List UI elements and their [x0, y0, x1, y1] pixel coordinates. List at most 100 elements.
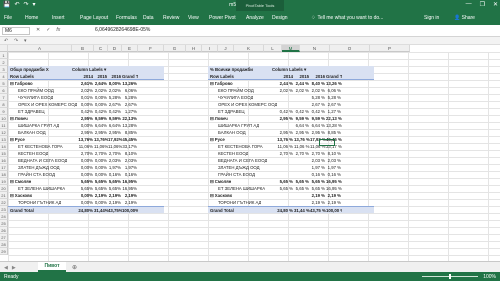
column-header-p[interactable]: P — [370, 45, 410, 52]
pivot-table-percent[interactable]: % Всички продажби Column Labels ▾ Row Labe… — [208, 66, 374, 213]
prev-sheet-icon[interactable]: ◀ — [4, 265, 8, 271]
row-header-14[interactable]: 14 — [0, 143, 8, 150]
row-header-15[interactable]: 15 — [0, 150, 8, 157]
column-header-c[interactable]: C — [94, 45, 108, 52]
row-header-23[interactable]: 23 — [0, 206, 8, 213]
tell-me-box[interactable]: ♢ Tell me what you want to do... — [311, 15, 383, 21]
pivot-row[interactable]: ⊟ Ловеч 2,95 % 9,59 % 9,59 % 22,13 % — [208, 115, 374, 122]
sign-in-link[interactable]: Sign in — [424, 15, 439, 21]
pivot-row[interactable]: ⊟ Хасково 0,00% 2,19% 2,19% 2,19% — [8, 192, 164, 199]
tab-analyze[interactable]: Analyze — [246, 15, 264, 21]
row-header-12[interactable]: 12 — [0, 129, 8, 136]
pivot-row[interactable]: ⊟ Габрово 2,44 % 2,44 % 8,40 % 13,26 % — [208, 80, 374, 87]
column-header-a[interactable]: A — [8, 45, 72, 52]
tab-home[interactable]: Home — [25, 15, 38, 21]
row-header-18[interactable]: 18 — [0, 171, 8, 178]
pivot-row[interactable]: % Всички продажби Column Labels ▾ — [208, 66, 374, 73]
tab-insert[interactable]: Insert — [52, 15, 65, 21]
zoom-level[interactable]: 100% — [483, 274, 496, 280]
pivot-row[interactable]: ЕТ ЗДРАВЕЦ 0,42% 0,42% 0,42% 1,27% — [8, 108, 164, 115]
function-icon[interactable]: fx — [56, 27, 60, 33]
pivot-row[interactable]: ⊟ Хасково 2,19 % 2,19 % — [208, 192, 374, 199]
pivot-row[interactable]: ⊟ Габрово 2,61% 2,64% 8,00% 13,26% — [8, 80, 164, 87]
enter-icon[interactable]: ✓ — [46, 27, 50, 33]
row-header-16[interactable]: 16 — [0, 157, 8, 164]
pivot-row[interactable]: ⊟ Смолян 5,65 % 5,65 % 5,65 % 16,95 % — [208, 178, 374, 185]
pivot-row[interactable]: ТОРОНИ ГЪТНИК АД 0,00% 0,00% 2,19% 2,19% — [8, 199, 164, 206]
column-header-m[interactable]: M — [282, 45, 300, 52]
row-header-27[interactable]: 27 — [0, 234, 8, 241]
zoom-slider-thumb[interactable] — [449, 274, 451, 279]
row-header-17[interactable]: 17 — [0, 164, 8, 171]
pivot-row[interactable]: КЕСТЕН ЕООД 2,70 % 2,70 % 2,70 % 8,10 % — [208, 150, 374, 157]
pivot-row[interactable]: ⊟ Ловеч 2,95% 9,59% 9,59% 22,13% — [8, 115, 164, 122]
pivot-row[interactable]: БАЛКАН ООД 2,95% 2,95% 2,95% 8,85% — [8, 129, 164, 136]
pivot-row[interactable]: ЕКО ПРАЙМ ООД 2,02 % 2,02 % 2,02 % 6,06 % — [208, 87, 374, 94]
pivot-row[interactable]: ЕТ ЗДРАВЕЦ 0,42 % 0,42 % 0,42 % 1,27 % — [208, 108, 374, 115]
tab-power-pivot[interactable]: Power Pivot — [209, 15, 236, 21]
pivot-row[interactable]: ШИШАРКА ГРУП АД 0,00% 6,64% 6,64% 13,28% — [8, 122, 164, 129]
row-header-25[interactable]: 25 — [0, 220, 8, 227]
sheet-tab-pivot[interactable]: Пивот — [38, 262, 66, 272]
pivot-row[interactable]: ОРЕХ И ОРЕХ КОМЕРС ООД 0,00% 0,00% 2,67% 2,6… — [8, 101, 164, 108]
pivot-row[interactable]: Row Labels 2014 2015 2016Grand Total — [8, 73, 164, 80]
row-header-24[interactable]: 24 — [0, 213, 8, 220]
pivot-row[interactable]: ЕТ КЕСТЕНОВА ГОРА 11,06% 11,06% 11,06% 33,17… — [8, 143, 164, 150]
tab-page-layout[interactable]: Page Layout — [80, 15, 108, 21]
tab-formulas[interactable]: Formulas — [116, 15, 137, 21]
redo-icon-small[interactable]: ↷ — [14, 38, 18, 44]
pivot-row[interactable]: Row Labels 2014 2015 2016Grand Total — [208, 73, 374, 80]
column-header-e[interactable]: E — [122, 45, 138, 52]
column-header-b[interactable]: B — [72, 45, 94, 52]
pivot-row[interactable]: Grand Total 24,80 %31,44 %43,75 %100,00 % — [208, 206, 374, 213]
row-header-3[interactable]: 3 — [0, 66, 8, 73]
pivot-row[interactable]: ЗЛАТЕН ДЪЖД ООД 1,97 % 1,97 % — [208, 164, 374, 171]
pivot-row[interactable]: ОРЕХ И ОРЕХ КОМЕРС ООД 2,67 % 2,67 % — [208, 101, 374, 108]
row-header-2[interactable]: 2 — [0, 59, 8, 66]
row-header-7[interactable]: 7 — [0, 94, 8, 101]
undo-icon-small[interactable]: ↶ — [4, 38, 8, 44]
row-header-11[interactable]: 11 — [0, 122, 8, 129]
pivot-row[interactable]: ⊟ Смолян 5,65% 5,65% 5,65% 16,95% — [8, 178, 164, 185]
pivot-row[interactable]: ЕКО ПРАЙМ ООД 2,02% 2,02% 2,02% 6,06% — [8, 87, 164, 94]
selected-cell[interactable] — [319, 139, 335, 146]
tab-file[interactable]: File — [4, 15, 12, 21]
row-header-29[interactable]: 29 — [0, 248, 8, 255]
row-header-10[interactable]: 10 — [0, 115, 8, 122]
column-header-n[interactable]: N — [300, 45, 330, 52]
pivot-row[interactable]: Grand Total 24,80% 31,44% 43,75% 100,00% — [8, 206, 164, 213]
tab-view[interactable]: View — [188, 15, 199, 21]
row-header-13[interactable]: 13 — [0, 136, 8, 143]
column-header-k[interactable]: K — [234, 45, 264, 52]
pivot-row[interactable]: ТОРОНИ ГЪТНИК АД 2,19 % 2,19 % — [208, 199, 374, 206]
row-header-6[interactable]: 6 — [0, 87, 8, 94]
pivot-row[interactable]: ЕТ ЗЕЛЕНА ШИШАРКА 5,65% 5,65% 5,65% 16,95% — [8, 185, 164, 192]
column-header-i[interactable]: I — [202, 45, 218, 52]
pivot-row[interactable]: ЧУЧУЛИГА ЕООД 5,28 % 5,28 % — [208, 94, 374, 101]
pivot-row[interactable]: ЗЛАТЕН ДЪЖД ООД 0,00% 0,00% 1,97% 1,97% — [8, 164, 164, 171]
worksheet-grid[interactable]: ABCDEFGHIJKLMNOP 1 2 3 4 5 6 7 8 9 10 11 12 13 14 15 16… — [0, 45, 500, 261]
pivot-row[interactable]: ГРАЙН СТА ЕООД 0,00% 0,00% 0,16% 0,16% — [8, 171, 164, 178]
minimize-icon[interactable]: — — [466, 1, 472, 8]
close-icon[interactable]: ✕ — [493, 1, 498, 8]
pivot-row[interactable]: ⊟ Русе 13,76 % 13,76 % 17,92 % 45,45 % — [208, 136, 374, 143]
row-header-28[interactable]: 28 — [0, 241, 8, 248]
row-header-22[interactable]: 22 — [0, 199, 8, 206]
column-header-l[interactable]: L — [264, 45, 282, 52]
select-all-corner[interactable] — [0, 45, 8, 52]
tab-review[interactable]: Review — [163, 15, 179, 21]
pivot-row[interactable]: ШИШАРКА ГРУП АД 6,64 % 6,64 % 13,28 % — [208, 122, 374, 129]
pivot-row[interactable]: ЧУЧУЛИГА ЕООД 0,01% 0,00% 5,28% 5,28% — [8, 94, 164, 101]
new-sheet-icon[interactable]: ⊕ — [72, 264, 77, 271]
row-header-9[interactable]: 9 — [0, 108, 8, 115]
row-header-4[interactable]: 4 — [0, 73, 8, 80]
pivot-row[interactable]: ⊟ Русе 13,76% 13,76% 17,92% 45,45% — [8, 136, 164, 143]
column-header-j[interactable]: J — [218, 45, 234, 52]
column-header-d[interactable]: D — [108, 45, 122, 52]
dropdown-icon[interactable]: ▾ — [24, 38, 27, 44]
formula-input[interactable]: 6,0649628264698E-05% — [95, 27, 150, 33]
row-header-1[interactable]: 1 — [0, 52, 8, 59]
pivot-row[interactable]: ГРАЙН СТА ЕООД 0,16 % 0,16 % — [208, 171, 374, 178]
pivot-row[interactable]: ВЕДНАГА И СЕГА ЕООД 0,00% 0,00% 2,03% 2,03% — [8, 157, 164, 164]
row-header-26[interactable]: 26 — [0, 227, 8, 234]
